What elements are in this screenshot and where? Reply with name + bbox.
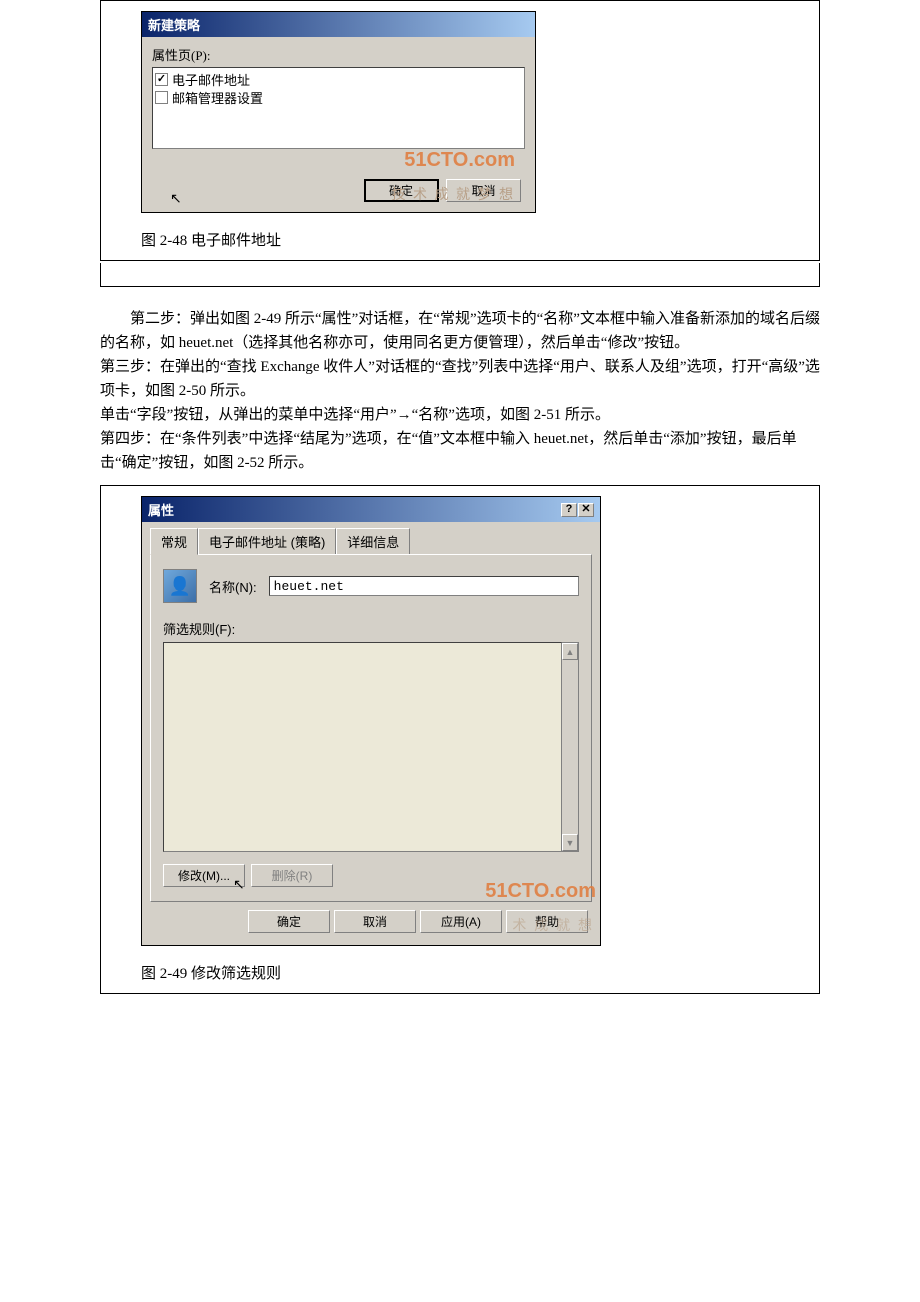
properties-dialog: 属性 ? ✕ 常规 电子邮件地址 (策略) 详细信息 👤 名称(N): <box>141 496 601 946</box>
tab-panel-general: 👤 名称(N): 筛选规则(F): ▲ ▼ 修改(M)... <box>150 554 592 902</box>
delete-button: 删除(R) <box>251 864 333 887</box>
filter-rules-label: 筛选规则(F): <box>163 619 579 638</box>
checkbox-label: 邮箱管理器设置 <box>172 88 263 107</box>
watermark-subtitle: 术 成 就 想 <box>512 915 594 935</box>
filter-rules-textarea[interactable] <box>163 642 562 852</box>
dialog-titlebar[interactable]: 新建策略 <box>142 12 535 37</box>
spacer <box>100 263 820 287</box>
tab-general[interactable]: 常规 <box>150 528 198 555</box>
tab-details[interactable]: 详细信息 <box>336 528 410 554</box>
figure-2-caption: 图 2-49 修改筛选规则 <box>101 956 819 993</box>
property-page-label: 属性页(P): <box>152 45 525 64</box>
cursor-icon: ↖ <box>233 876 245 893</box>
checkbox-icon[interactable] <box>155 73 168 86</box>
name-input[interactable] <box>269 576 579 596</box>
paragraph-step4: 第四步：在“条件列表”中选择“结尾为”选项，在“值”文本框中输入 heuet.n… <box>100 427 820 475</box>
name-label: 名称(N): <box>209 577 257 596</box>
close-titlebar-button[interactable]: ✕ <box>578 503 594 517</box>
watermark-text: 51CTO.com <box>485 880 596 903</box>
figure-2-box: 属性 ? ✕ 常规 电子邮件地址 (策略) 详细信息 👤 名称(N): <box>100 485 820 994</box>
scroll-up-icon[interactable]: ▲ <box>562 643 578 660</box>
watermark-subtitle: 技 术 成 就 梦 想 <box>392 184 516 204</box>
new-policy-dialog: 新建策略 属性页(P): 电子邮件地址 邮箱管理器设置 <box>141 11 536 213</box>
watermark-text: 51CTO.com <box>404 149 515 172</box>
paragraph-step2: 第二步：弹出如图 2-49 所示“属性”对话框，在“常规”选项卡的“名称”文本框… <box>100 307 820 355</box>
tab-email-policy[interactable]: 电子邮件地址 (策略) <box>198 528 336 554</box>
apply-button[interactable]: 应用(A) <box>420 910 502 933</box>
figure-1-caption: 图 2-48 电子邮件地址 <box>101 223 819 260</box>
checkbox-label: 电子邮件地址 <box>172 70 250 89</box>
cancel-button[interactable]: 取消 <box>334 910 416 933</box>
body-text: 第二步：弹出如图 2-49 所示“属性”对话框，在“常规”选项卡的“名称”文本框… <box>0 287 920 485</box>
ok-button[interactable]: 确定 <box>248 910 330 933</box>
paragraph-step3: 第三步：在弹出的“查找 Exchange 收件人”对话框的“查找”列表中选择“用… <box>100 355 820 403</box>
help-titlebar-button[interactable]: ? <box>561 503 577 517</box>
figure-1-box: 新建策略 属性页(P): 电子邮件地址 邮箱管理器设置 <box>100 0 820 261</box>
checkbox-icon[interactable] <box>155 91 168 104</box>
paragraph-step3b: 单击“字段”按钮，从弹出的菜单中选择“用户”→“名称”选项，如图 2-51 所示… <box>100 403 820 427</box>
dialog-title-text: 属性 <box>148 500 174 519</box>
dialog-titlebar[interactable]: 属性 ? ✕ <box>142 497 600 522</box>
cursor-icon: ↖ <box>170 191 182 208</box>
tab-strip: 常规 电子邮件地址 (策略) 详细信息 <box>142 522 600 554</box>
scrollbar[interactable]: ▲ ▼ <box>562 642 579 852</box>
checkbox-row-mailbox[interactable]: 邮箱管理器设置 <box>155 88 522 106</box>
policy-icon: 👤 <box>163 569 197 603</box>
property-listbox[interactable]: 电子邮件地址 邮箱管理器设置 <box>152 67 525 149</box>
checkbox-row-email[interactable]: 电子邮件地址 <box>155 70 522 88</box>
scroll-down-icon[interactable]: ▼ <box>562 834 578 851</box>
